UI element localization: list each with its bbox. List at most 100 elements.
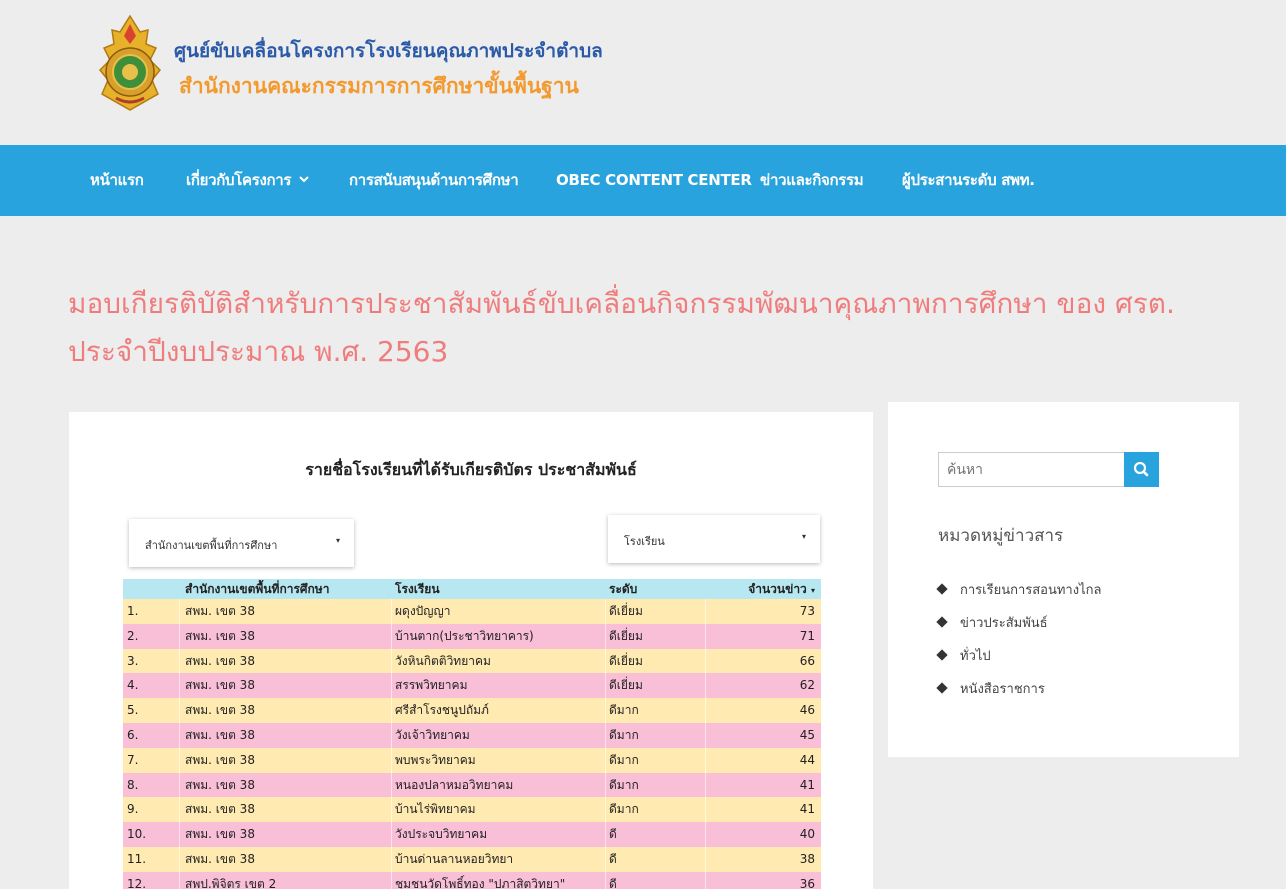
cell-level: ดี [609,851,617,866]
category-label: การเรียนการสอนทางไกล [960,583,1102,598]
cell-count: 40 [799,827,815,842]
column-divider [179,698,180,723]
column-header-area[interactable]: สำนักงานเขตพื้นที่การศึกษา [185,579,329,599]
cell-no: 11. [127,851,147,866]
site-title-line2: สำนักงานคณะกรรมการการศึกษาขั้นพื้นฐาน [179,74,579,98]
chevron-down-icon [299,176,309,183]
column-divider [179,623,180,649]
cell-level: ดีเยี่ยม [609,653,643,668]
column-divider [391,698,392,723]
nav-item-content-center[interactable]: OBEC CONTENT CENTER [556,145,752,216]
cell-level: ดีมาก [609,802,639,817]
nav-item-coordinators[interactable]: ผู้ประสานระดับ สพท. [902,145,1035,216]
cell-count: 45 [799,727,815,742]
cell-school: ผดุงปัญญา [395,604,451,618]
sort-desc-icon: ▾ [810,586,815,595]
school-filter-dropdown[interactable]: โรงเรียน ▾ [608,515,820,563]
column-header-count-label: จำนวนข่าว [748,582,807,596]
column-divider [605,722,606,748]
category-link[interactable]: การเรียนการสอนทางไกล [936,579,1102,600]
nav-item-label: เกี่ยวกับโครงการ [186,171,292,189]
column-divider [705,822,706,847]
column-divider [705,772,706,798]
nav-item-news[interactable]: ข่าวและกิจกรรม [760,145,864,216]
main-nav: หน้าแรก เกี่ยวกับโครงการ การสนับสนุนด้าน… [0,145,1286,216]
column-divider [705,698,706,723]
categories-title: หมวดหมู่ข่าวสาร [938,526,1064,546]
nav-item-label: การสนับสนุนด้านการศึกษา [349,171,519,189]
area-filter-dropdown[interactable]: สำนักงานเขตพื้นที่การศึกษา ▾ [129,519,354,567]
category-link[interactable]: ทั่วไป [936,645,991,666]
column-divider [605,623,606,649]
table-row: 3. สพม. เขต 38 วังหินกิตติวิทยาคม ดีเยี่ยม 6… [123,648,821,674]
column-divider [705,846,706,872]
obec-logo[interactable] [96,14,164,112]
school-filter-label: โรงเรียน [624,535,665,548]
column-divider [179,846,180,872]
nav-item-about[interactable]: เกี่ยวกับโครงการ [186,145,309,216]
cell-school: บ้านตาก(ประชาวิทยาคาร) [395,628,534,643]
cell-count: 44 [799,752,815,767]
cell-no: 7. [127,752,139,767]
search-button[interactable] [1124,452,1159,487]
cell-school: วังหินกิตติวิทยาคม [395,653,491,668]
column-header-level[interactable]: ระดับ [609,579,637,599]
table-row: 10. สพม. เขต 38 วังประจบวิทยาคม ดี 40 [123,822,821,847]
site-header: ศูนย์ขับเคลื่อนโครงการโรงเรียนคุณภาพประจ… [0,0,1286,145]
report-table: สำนักงานเขตพื้นที่การศึกษา โรงเรียน ระดั… [123,579,821,889]
table-row: 9. สพม. เขต 38 บ้านไร่พิทยาคม ดีมาก 41 [123,797,821,823]
column-header-school[interactable]: โรงเรียน [395,579,440,599]
column-divider [179,871,180,889]
nav-item-home[interactable]: หน้าแรก [90,145,144,216]
cell-level: ดีเยี่ยม [609,604,643,618]
nav-item-label: หน้าแรก [90,171,144,189]
cell-count: 46 [799,703,815,718]
column-divider [179,599,180,624]
nav-item-support[interactable]: การสนับสนุนด้านการศึกษา [349,145,519,216]
cell-school: วังประจบวิทยาคม [395,827,488,842]
table-row: 1. สพม. เขต 38 ผดุงปัญญา ดีเยี่ยม 73 [123,599,821,624]
dropdown-arrow-icon: ▾ [801,532,806,541]
cell-no: 1. [127,604,139,618]
cell-area: สพม. เขต 38 [185,802,255,817]
column-header-count[interactable]: จำนวนข่าว ▾ [748,579,815,601]
column-divider [391,871,392,889]
column-divider [391,846,392,872]
column-divider [705,673,706,699]
category-link[interactable]: ข่าวประสัมพันธ์ [936,612,1048,633]
column-divider [705,797,706,823]
column-divider [605,822,606,847]
cell-no: 4. [127,678,139,693]
column-divider [605,772,606,798]
column-divider [705,648,706,674]
table-header-row: สำนักงานเขตพื้นที่การศึกษา โรงเรียน ระดั… [123,579,821,599]
column-divider [391,722,392,748]
cell-school: วังเจ้าวิทยาคม [395,727,470,742]
cell-area: สพม. เขต 38 [185,827,255,842]
report-card: รายชื่อโรงเรียนที่ได้รับเกียรติบัตร ประช… [69,412,873,889]
cell-area: สพม. เขต 38 [185,851,255,866]
cell-school: สรรพวิทยาคม [395,678,468,693]
column-divider [391,648,392,674]
cell-no: 8. [127,777,139,792]
diamond-bullet-icon [936,583,948,595]
column-divider [391,673,392,699]
category-link[interactable]: หนังสือราชการ [936,678,1045,699]
dropdown-arrow-icon: ▾ [335,536,340,545]
table-row: 11. สพม. เขต 38 บ้านด่านลานหอยวิทยา ดี 38 [123,846,821,872]
column-divider [605,698,606,723]
table-row: 12. สพป.พิจิตร เขต 2 ชุมชนวัดโพธิ์ทอง "ปภา… [123,871,821,889]
cell-level: ดีมาก [609,727,639,742]
category-label: หนังสือราชการ [960,682,1045,697]
column-divider [391,623,392,649]
cell-area: สพม. เขต 38 [185,604,255,618]
cell-level: ดีเยี่ยม [609,628,643,643]
cell-no: 2. [127,628,139,643]
category-label: ทั่วไป [960,649,991,664]
cell-area: สพม. เขต 38 [185,777,255,792]
nav-item-label: ข่าวและกิจกรรม [760,171,864,189]
cell-count: 62 [799,678,815,693]
column-divider [179,822,180,847]
search-input[interactable] [938,452,1125,487]
table-row: 8. สพม. เขต 38 หนองปลาหมอวิทยาคม ดีมาก 41 [123,772,821,798]
